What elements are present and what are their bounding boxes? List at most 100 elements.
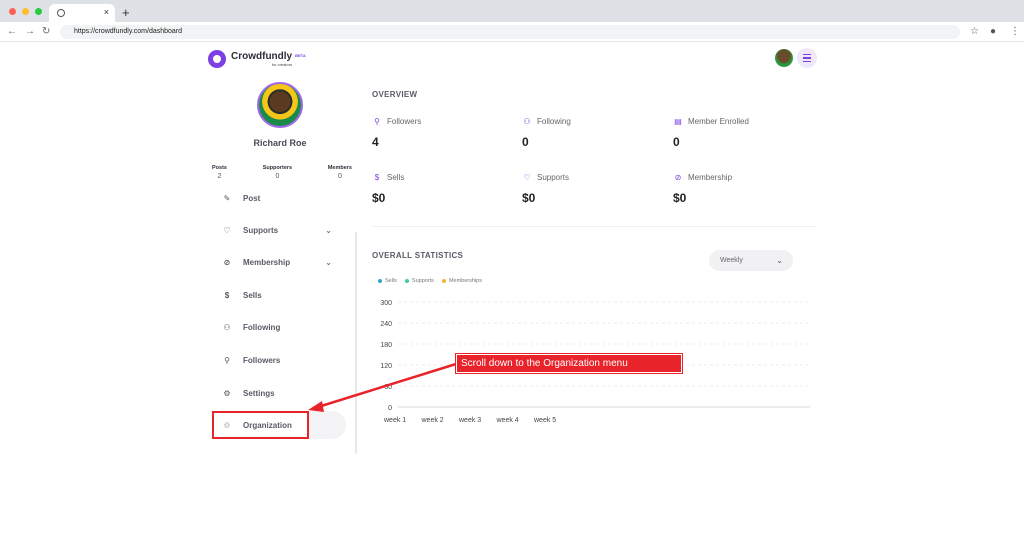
chevron-down-icon: ⌄	[776, 256, 783, 265]
sidebar-item-label: Sells	[243, 290, 262, 300]
legend-item[interactable]: Sells	[378, 278, 397, 284]
metric-membership: ⊘ Membership $0	[673, 173, 732, 205]
brand-subtitle: for creators	[271, 61, 293, 67]
y-tick-label: 120	[380, 363, 392, 370]
metric-value: $0	[522, 191, 536, 205]
sidebar-item-settings[interactable]: ⚙ Settings	[222, 385, 342, 401]
legend-label: Sells	[385, 278, 397, 284]
sidebar-item-following[interactable]: ⚇ Following	[222, 319, 342, 335]
metric-followers: ⚲ Followers 4	[372, 117, 421, 149]
maximize-window-button[interactable]	[35, 8, 42, 15]
x-tick-label: week 5	[533, 417, 556, 424]
gear-icon: ⚙	[223, 388, 231, 398]
sidebar-item-label: Following	[243, 322, 281, 332]
dollar-icon: $	[374, 173, 380, 182]
close-window-button[interactable]	[9, 8, 16, 15]
y-tick-label: 240	[380, 321, 392, 328]
annotation-callout: Scroll down to the Organization menu	[456, 354, 682, 373]
minimize-window-button[interactable]	[22, 8, 29, 15]
header-avatar[interactable]	[775, 49, 793, 67]
chevron-down-icon[interactable]: ⌄	[325, 226, 332, 235]
metric-supports: ♡ Supports $0	[522, 173, 569, 205]
x-tick-label: week 2	[421, 417, 444, 424]
browser-tab[interactable]: ×	[49, 4, 115, 22]
stat-value: 0	[337, 173, 342, 180]
stat-posts: Posts 2	[212, 165, 227, 180]
sidebar-item-sells[interactable]: $ Sells	[222, 287, 342, 303]
profile-avatar	[257, 82, 303, 128]
brand-name: Crowdfundly	[231, 50, 293, 62]
stat-members: Members 0	[328, 165, 352, 180]
chart-legend: Sells Supports Memberships	[378, 278, 482, 284]
y-tick-label: 60	[384, 384, 392, 391]
profile-name: Richard Roe	[253, 138, 307, 148]
legend-label: Supports	[411, 278, 434, 284]
user-check-icon: ⚲	[374, 117, 380, 126]
browser-menu-icon[interactable]: ⋮	[1010, 26, 1020, 37]
metric-label: Supports	[537, 173, 570, 182]
sidebar-item-membership[interactable]: ⊘ Membership ⌄	[222, 254, 342, 270]
metric-label: Member Enrolled	[688, 117, 749, 126]
bookmark-star-icon[interactable]: ☆	[970, 26, 979, 37]
period-select[interactable]: Weekly ⌄	[709, 250, 793, 271]
profile-icon[interactable]: ●	[990, 26, 996, 37]
period-select-value: Weekly	[720, 257, 743, 264]
metric-label: Followers	[387, 117, 422, 126]
sidebar-item-supports[interactable]: ♡ Supports ⌄	[222, 222, 342, 238]
sidebar-item-label: Membership	[243, 257, 291, 267]
id-card-icon: ▤	[674, 117, 682, 126]
legend-item[interactable]: Supports	[404, 278, 434, 284]
sidebar-item-post[interactable]: ✎ Post	[222, 190, 342, 206]
back-icon[interactable]: ←	[7, 26, 17, 37]
heart-icon: ♡	[223, 225, 231, 235]
dollar-icon: $	[224, 290, 230, 300]
chevron-down-icon[interactable]: ⌄	[325, 258, 332, 267]
y-tick-label: 180	[380, 342, 392, 349]
legend-label: Memberships	[448, 278, 482, 284]
sidebar-item-label: Supports	[243, 225, 279, 235]
address-bar[interactable]: https://crowdfundly.com/dashboard	[60, 25, 960, 39]
stat-label: Supporters	[262, 165, 293, 171]
heart-icon: ♡	[523, 173, 531, 182]
brand-logo-icon	[208, 50, 226, 68]
stat-value: 2	[217, 173, 222, 180]
legend-item[interactable]: Memberships	[441, 278, 482, 284]
x-tick-label: week 1	[383, 417, 406, 424]
metric-label: Membership	[688, 173, 733, 182]
edit-icon: ✎	[223, 193, 231, 203]
metric-value: $0	[372, 191, 386, 205]
metric-value: 4	[372, 135, 379, 149]
metric-value: 0	[522, 135, 529, 149]
beta-badge: BETA	[295, 52, 306, 58]
stat-label: Members	[327, 165, 352, 171]
browser-tab-strip: × +	[0, 0, 1024, 22]
x-tick-label: week 4	[496, 417, 519, 424]
metric-value: 0	[673, 135, 680, 149]
tab-close-icon[interactable]: ×	[104, 7, 109, 17]
stat-value: 0	[275, 173, 280, 180]
sidebar-item-followers[interactable]: ⚲ Followers	[222, 352, 342, 368]
sidebar-scrollbar[interactable]	[355, 232, 357, 454]
metric-label: Sells	[387, 173, 405, 182]
x-tick-label: week 3	[458, 417, 481, 424]
metric-sells: $ Sells $0	[372, 173, 404, 205]
brand-logo[interactable]: Crowdfundly for creators BETA	[208, 50, 306, 68]
stat-supporters: Supporters 0	[263, 165, 292, 180]
metric-value: $0	[673, 191, 687, 205]
sidebar-item-label: Settings	[243, 388, 275, 398]
user-check-icon: ⚲	[224, 355, 230, 365]
sidebar-item-label: Post	[243, 193, 261, 203]
profile-stats: Posts 2 Supporters 0 Members 0	[212, 165, 352, 180]
browser-toolbar: ← → ↻ https://crowdfundly.com/dashboard …	[0, 22, 1024, 42]
metric-member-enrolled: ▤ Member Enrolled 0	[673, 117, 749, 149]
reload-icon[interactable]: ↻	[42, 26, 50, 37]
y-tick-label: 0	[388, 405, 392, 412]
membership-icon: ⊘	[223, 257, 231, 267]
forward-icon[interactable]: →	[25, 26, 35, 37]
stat-label: Posts	[212, 165, 227, 171]
new-tab-button[interactable]: +	[122, 5, 130, 20]
hamburger-menu-button[interactable]	[797, 48, 817, 68]
overview-title: OVERVIEW	[372, 90, 418, 99]
section-divider	[372, 226, 816, 227]
y-tick-label: 300	[380, 300, 392, 307]
